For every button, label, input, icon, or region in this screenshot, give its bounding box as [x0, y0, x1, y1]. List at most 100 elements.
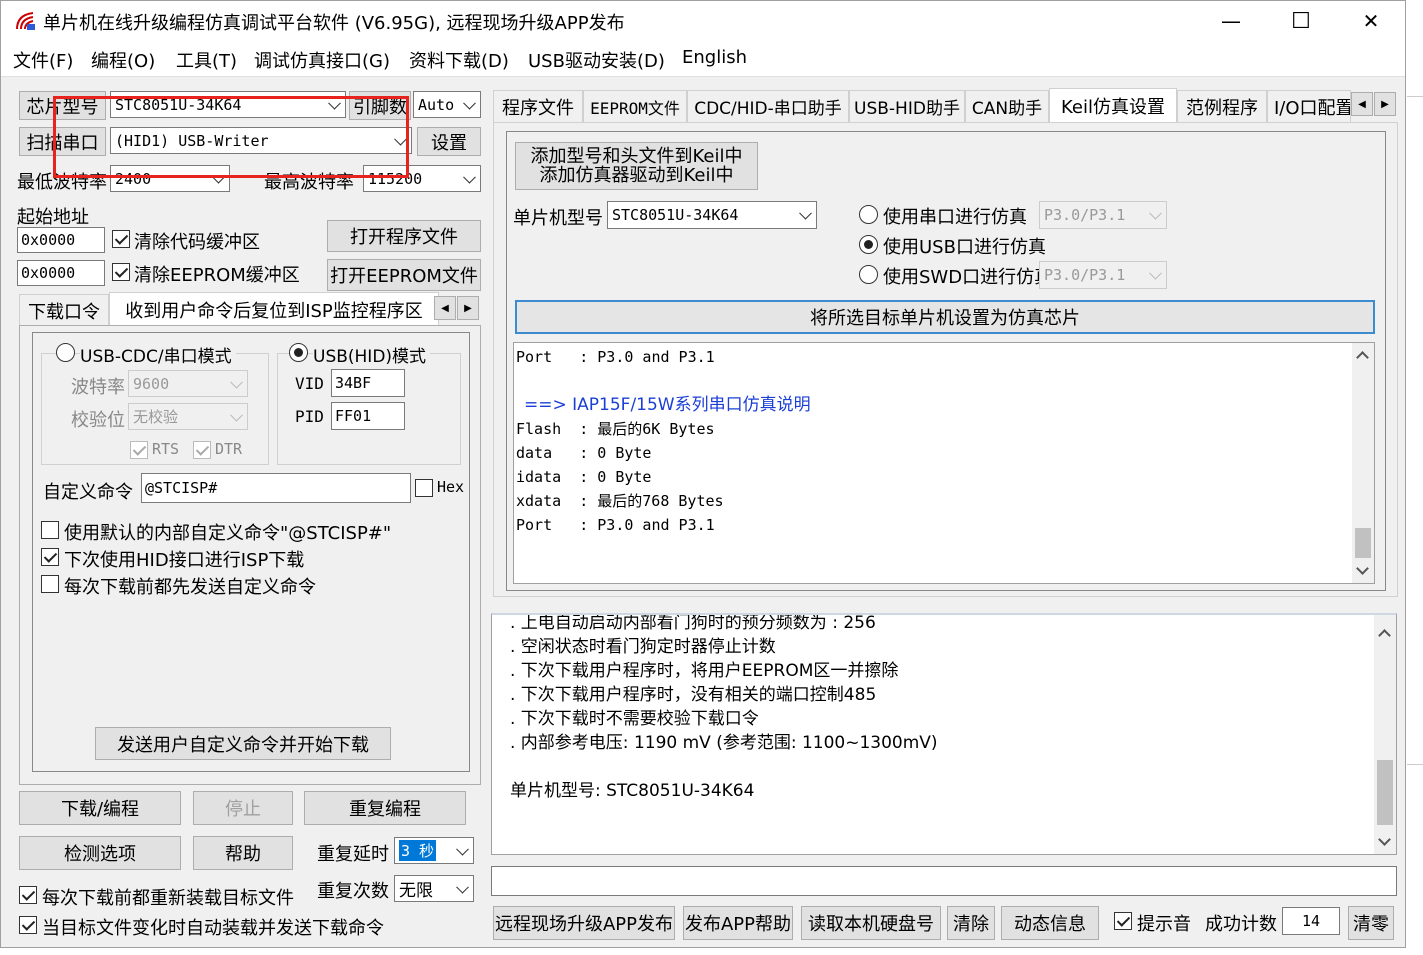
clear-code-checkbox[interactable] [112, 230, 130, 248]
tab-download-password[interactable]: 下载口令 [19, 294, 109, 326]
sim-usb-radio[interactable] [859, 235, 878, 254]
menu-file[interactable]: 文件(F) [13, 47, 73, 73]
tab-usb-hid[interactable]: USB-HID助手 [849, 90, 965, 122]
repeat-delay-select[interactable]: 3 秒 [394, 837, 474, 864]
tab-program-file[interactable]: 程序文件 [493, 90, 583, 122]
scroll-up-icon[interactable] [1378, 629, 1391, 642]
tab-scroll-left-icon[interactable]: ◀ [434, 296, 456, 320]
send-and-download-button[interactable]: 发送用户自定义命令并开始下载 [95, 727, 391, 760]
log-textbox[interactable]: . 上电自动启动内部看门狗时的预分频数为 : 256 . 空闲状态时看门狗定时器停… [491, 613, 1397, 855]
close-button[interactable]: ✕ [1336, 1, 1406, 41]
tab-scroll-left-icon[interactable]: ◀ [1351, 92, 1373, 116]
clear-eeprom-label: 清除EEPROM缓冲区 [134, 265, 300, 286]
right-tab-strip: 程序文件 EEPROM文件 CDC/HID-串口助手 USB-HID助手 CAN… [493, 88, 1398, 122]
stop-button[interactable]: 停止 [193, 791, 293, 825]
reload-each-checkbox[interactable] [19, 886, 37, 904]
sound-checkbox[interactable] [1114, 912, 1132, 930]
menu-debug[interactable]: 调试仿真接口(G) [254, 47, 390, 73]
background-line [1407, 764, 1423, 765]
mcu-model-value: STC8051U-34K64 [612, 206, 739, 224]
download-program-button[interactable]: 下载/编程 [19, 791, 181, 825]
chevron-down-icon [1149, 266, 1162, 280]
port-settings-button[interactable]: 设置 [417, 127, 481, 156]
success-count-label: 成功计数 [1205, 914, 1277, 935]
tab-keil-simulation[interactable]: Keil仿真设置 [1049, 88, 1177, 122]
menu-download[interactable]: 资料下载(D) [409, 47, 509, 73]
chevron-down-icon [230, 408, 243, 422]
use-hid-checkbox[interactable] [41, 548, 59, 566]
publish-help-button[interactable]: 发布APP帮助 [683, 906, 793, 940]
minimize-button[interactable]: — [1196, 1, 1266, 41]
code-address-input[interactable]: 0x0000 [17, 227, 105, 253]
scroll-down-icon[interactable] [1356, 562, 1369, 575]
tab-scroll-right-icon[interactable]: ▶ [457, 296, 479, 320]
info-line: data : 0 Byte [516, 444, 652, 462]
chevron-down-icon [456, 842, 469, 856]
default-command-checkbox[interactable] [41, 521, 59, 539]
rts-checkbox[interactable] [130, 441, 148, 459]
reset-count-button[interactable]: 清零 [1348, 906, 1394, 940]
maximize-button[interactable]: ☐ [1266, 1, 1336, 41]
parity-select[interactable]: 无校验 [128, 403, 248, 430]
repeat-program-button[interactable]: 重复编程 [304, 791, 466, 825]
hid-mode-label: USB(HID)模式 [313, 342, 431, 367]
add-to-keil-button[interactable]: 添加型号和头文件到Keil中 添加仿真器驱动到Keil中 [515, 142, 758, 190]
pid-input[interactable]: FF01 [331, 402, 405, 430]
scroll-down-icon[interactable] [1378, 833, 1391, 846]
clear-eeprom-checkbox[interactable] [112, 263, 130, 281]
pin-count-value: Auto [418, 95, 455, 114]
sim-swd-pin-select[interactable]: P3.0/P3.1 [1039, 261, 1167, 289]
sim-serial-radio[interactable] [859, 205, 878, 224]
main-window: 单片机在线升级编程仿真调试平台软件 (V6.95G), 远程现场升级APP发布 … [0, 0, 1406, 948]
menu-tools[interactable]: 工具(T) [176, 47, 237, 73]
tab-cdc-hid-serial[interactable]: CDC/HID-串口助手 [687, 90, 849, 122]
tab-io-config[interactable]: I/O口配置 [1267, 90, 1351, 122]
chevron-down-icon [456, 880, 469, 894]
auto-reload-checkbox[interactable] [19, 916, 37, 934]
menu-english[interactable]: English [682, 47, 747, 68]
set-sim-chip-button[interactable]: 将所选目标单片机设置为仿真芯片 [515, 300, 1375, 334]
eeprom-address-input[interactable]: 0x0000 [17, 260, 105, 286]
baud-select[interactable]: 9600 [128, 370, 248, 397]
open-eeprom-file-button[interactable]: 打开EEPROM文件 [327, 259, 481, 291]
cdc-mode-radio[interactable] [56, 343, 75, 362]
info-scrollbar[interactable] [1352, 343, 1374, 583]
log-scroll-thumb[interactable] [1377, 760, 1393, 825]
tab-reset-to-isp[interactable]: 收到用户命令后复位到ISP监控程序区 [109, 292, 439, 326]
mcu-model-select[interactable]: STC8051U-34K64 [607, 201, 817, 229]
help-button[interactable]: 帮助 [193, 836, 293, 870]
menu-program[interactable]: 编程(O) [91, 47, 155, 73]
publish-app-button[interactable]: 远程现场升级APP发布 [493, 906, 675, 940]
sim-usb-label: 使用USB口进行仿真 [883, 237, 1046, 258]
info-line: ==> IAP15F/15W系列串口仿真说明 [524, 395, 811, 415]
info-scroll-thumb[interactable] [1355, 528, 1371, 558]
check-options-button[interactable]: 检测选项 [19, 836, 181, 870]
sim-swd-radio[interactable] [859, 265, 878, 284]
hex-checkbox[interactable] [415, 479, 433, 497]
clear-button[interactable]: 清除 [947, 906, 995, 940]
dynamic-info-button[interactable]: 动态信息 [1001, 906, 1099, 940]
tab-can[interactable]: CAN助手 [965, 90, 1049, 122]
scroll-up-icon[interactable] [1356, 351, 1369, 364]
sim-serial-pin-select[interactable]: P3.0/P3.1 [1039, 201, 1167, 229]
read-disk-id-button[interactable]: 读取本机硬盘号 [801, 906, 941, 940]
open-program-file-button[interactable]: 打开程序文件 [327, 220, 481, 252]
tab-scroll-right-icon[interactable]: ▶ [1374, 92, 1396, 116]
tab-eeprom-file[interactable]: EEPROM文件 [583, 90, 687, 122]
pin-count-select[interactable]: Auto [413, 91, 481, 118]
keil-tab-panel: 添加型号和头文件到Keil中 添加仿真器驱动到Keil中 单片机型号 STC80… [493, 122, 1398, 597]
custom-command-input[interactable]: @STCISP# [141, 473, 411, 503]
repeat-count-label: 重复次数 [317, 881, 389, 902]
keil-info-textbox[interactable]: Port : P3.0 and P3.1 ==> IAP15F/15W系列串口仿… [513, 342, 1375, 584]
hid-mode-radio[interactable] [289, 343, 308, 362]
mcu-model-label: 单片机型号 [513, 208, 603, 229]
repeat-count-select[interactable]: 无限 [394, 875, 474, 902]
send-command-checkbox[interactable] [41, 575, 59, 593]
tab-examples[interactable]: 范例程序 [1177, 90, 1267, 122]
repeat-delay-label: 重复延时 [317, 844, 389, 865]
vid-input[interactable]: 34BF [331, 369, 405, 397]
dtr-checkbox[interactable] [193, 441, 211, 459]
log-scrollbar[interactable] [1374, 615, 1396, 854]
clear-code-label: 清除代码缓冲区 [134, 232, 260, 253]
menu-usb-driver[interactable]: USB驱动安装(D) [528, 47, 665, 73]
